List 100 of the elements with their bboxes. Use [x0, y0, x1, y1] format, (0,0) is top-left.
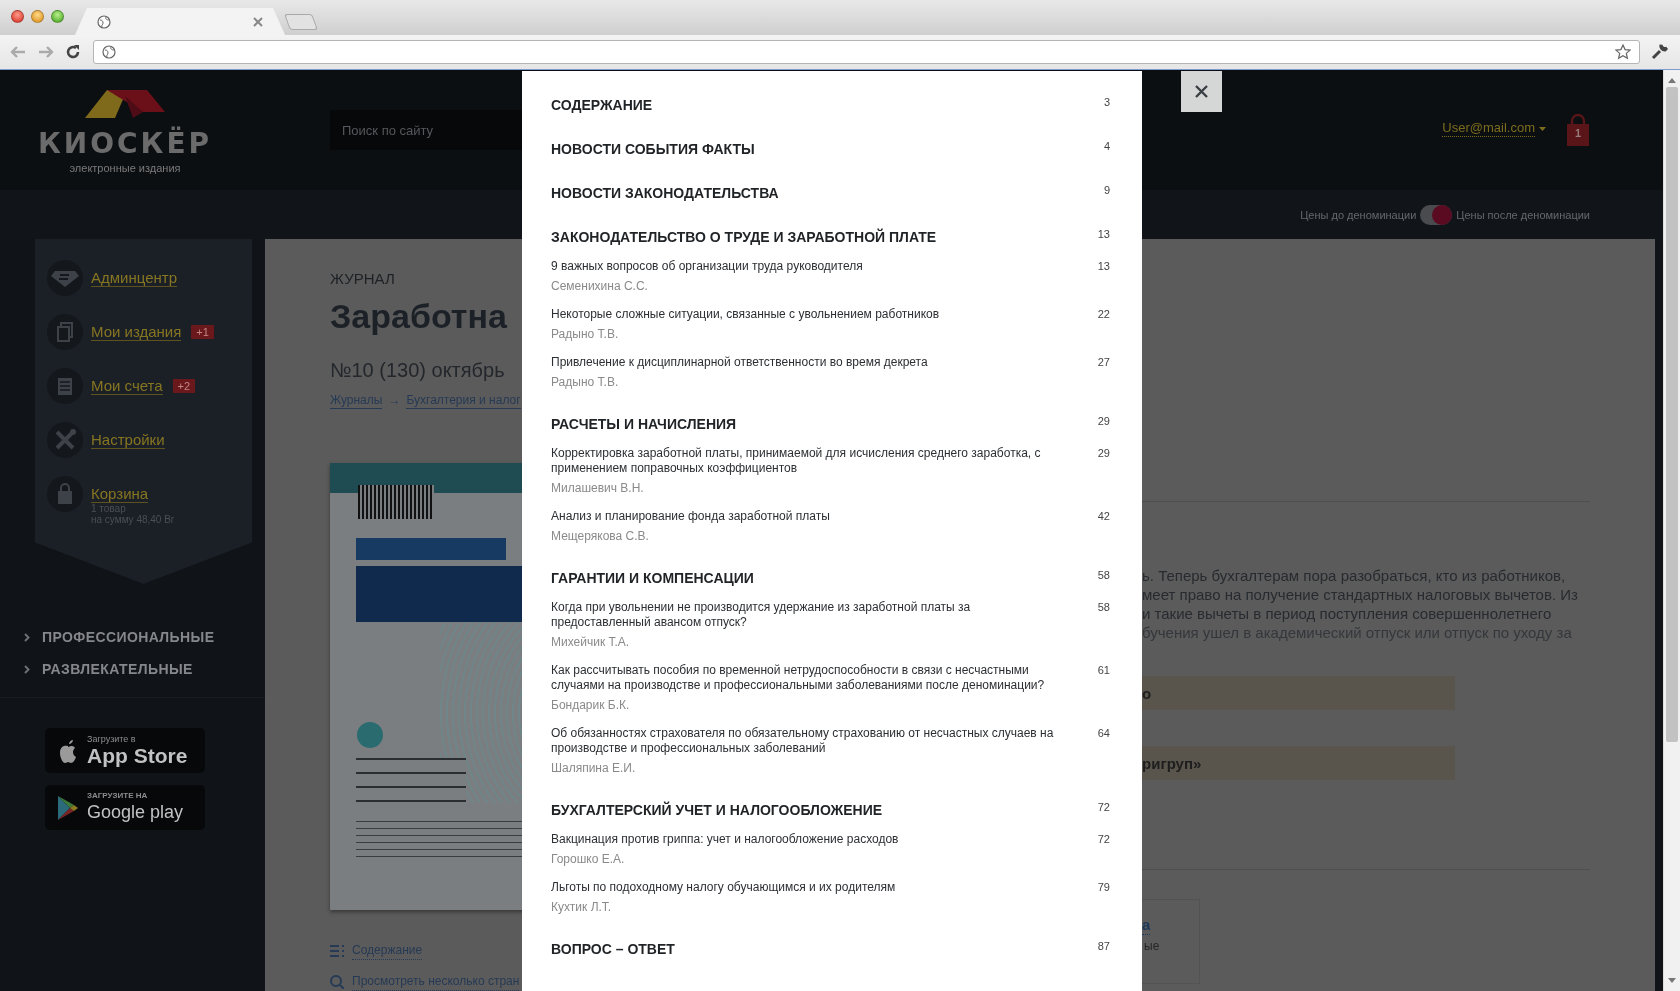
section-heading[interactable]: НОВОСТИ ЗАКОНОДАТЕЛЬСТВА [551, 183, 1080, 203]
cart-button[interactable]: 1 [1566, 114, 1590, 146]
article-author: Радыно Т.В. [551, 375, 620, 390]
bag-icon [1566, 114, 1590, 146]
new-tab-button[interactable] [284, 14, 318, 30]
section-heading[interactable]: БУХГАЛТЕРСКИЙ УЧЕТ И НАЛОГООБЛОЖЕНИЕ [551, 800, 1080, 820]
highlighted-heading: ригруп» [1142, 746, 1455, 780]
page-number: 72 [1096, 832, 1110, 847]
sidebar-link[interactable]: Настройки [91, 431, 165, 449]
publication-type: ЖУРНАЛ [330, 270, 396, 288]
article-author: Милашевич В.Н. [551, 481, 645, 496]
close-icon[interactable] [253, 16, 263, 27]
article-title[interactable]: Привлечение к дисциплинарной ответственности во время декрета [551, 355, 1056, 370]
search-field[interactable]: Поиск по сайту [330, 110, 522, 150]
article-title[interactable]: Вакцинация против гриппа: учет и налогообложение расходов [551, 832, 1056, 847]
star-icon[interactable] [1615, 44, 1631, 60]
article-title[interactable]: Об обязанностях страхователя по обязательному страхованию от несчастных случаев на производстве и профессиональных заболеваний [551, 726, 1056, 756]
google-play-badge[interactable]: ЗАГРУЗИТЕ НА Google play [45, 785, 205, 830]
page-number: 13 [1096, 227, 1110, 242]
page-number: 27 [1096, 355, 1110, 370]
search-icon [330, 974, 344, 989]
section-heading[interactable]: ЗАКОНОДАТЕЛЬСТВО О ТРУДЕ И ЗАРАБОТНОЙ ПЛАТЕ [551, 227, 1080, 247]
sidebar-link[interactable]: Корзина [91, 485, 149, 503]
page-number: 29 [1096, 414, 1110, 429]
caret-icon [1539, 126, 1546, 131]
article-author: Радыно Т.В. [551, 327, 620, 342]
article-title[interactable]: Корректировка заработной платы, принимаемой для исчисления среднего заработка, с применением поправочных коэффициентов [551, 446, 1056, 476]
page-number: 22 [1096, 307, 1110, 322]
highlighted-heading: о [1142, 676, 1455, 710]
close-icon [1195, 85, 1208, 98]
article-author: Кухтик Л.Т. [551, 900, 613, 915]
page-number: 87 [1096, 939, 1110, 954]
globe-icon [102, 45, 116, 59]
section-heading[interactable]: НОВОСТИ СОБЫТИЯ ФАКТЫ [551, 139, 1080, 159]
article-author: Семенихина С.С. [551, 279, 649, 294]
section-heading[interactable]: ГАРАНТИИ И КОМПЕНСАЦИИ [551, 568, 1080, 588]
globe-icon [97, 14, 111, 29]
article-author: Бондарик Б.К. [551, 698, 631, 713]
back-arrow-icon[interactable] [9, 45, 27, 59]
wrench-icon[interactable] [1650, 43, 1668, 61]
article-author: Михейчик Т.А. [551, 635, 631, 650]
category-link[interactable]: ПРОФЕССИОНАЛЬНЫЕ [42, 629, 215, 645]
article-title[interactable]: 9 важных вопросов об организации труда руководителя [551, 259, 1056, 274]
user-menu-link[interactable]: User@mail.com [1442, 120, 1546, 137]
sidebar-link[interactable]: Мои счета [91, 377, 163, 395]
page-number: 9 [1102, 183, 1110, 198]
shield-icon [47, 260, 83, 296]
page-number: 72 [1096, 800, 1110, 815]
page-number: 79 [1096, 880, 1110, 895]
issue-number: №10 (130) октябрь [330, 358, 506, 383]
scroll-down-arrow-icon[interactable] [1667, 977, 1677, 985]
price-toggle[interactable] [1420, 204, 1453, 225]
page-number: 42 [1096, 509, 1110, 524]
page-number: 3 [1102, 95, 1110, 110]
receipt-icon [47, 368, 83, 404]
section-heading[interactable]: РАСЧЕТЫ И НАЧИСЛЕНИЯ [551, 414, 1080, 434]
scroll-up-arrow-icon[interactable] [1667, 76, 1677, 84]
section-heading[interactable]: СОДЕРЖАНИЕ [551, 95, 1080, 115]
zoom-window-button[interactable] [51, 10, 64, 23]
article-title[interactable]: Как рассчитывать пособия по временной нетрудоспособности в связи с несчастными случаями на производстве и профессиональными заболеваниями после деноминации? [551, 663, 1056, 693]
publication-title: Заработна [330, 296, 508, 336]
chevron-icon [24, 664, 30, 674]
article-title[interactable]: Когда при увольнении не производится удержание из заработной платы за предоставленный авансом отпуск? [551, 600, 1056, 630]
logo-tagline: электронные издания [69, 162, 181, 174]
article-author: Мещерякова С.В. [551, 529, 650, 544]
bag-icon [47, 476, 83, 512]
article-title[interactable]: Некоторые сложные ситуации, связанные с увольнением работников [551, 307, 1056, 322]
article-title[interactable]: Анализ и планирование фонда заработной платы [551, 509, 1056, 524]
reload-icon[interactable] [65, 44, 81, 60]
page-number: 4 [1102, 139, 1110, 154]
forward-arrow-icon[interactable] [37, 45, 55, 59]
sidebar-link[interactable]: Мои издания [91, 323, 182, 341]
article-author: Горошко Е.А. [551, 852, 626, 867]
page-number: 29 [1096, 446, 1110, 461]
documents-icon [47, 314, 83, 350]
play-icon [57, 794, 79, 821]
page-number: 64 [1096, 726, 1110, 741]
tools-icon [47, 422, 83, 458]
page-number: 58 [1096, 568, 1110, 583]
toggle-label: Цены после деноминации [1456, 208, 1590, 221]
logo-wordmark: КИОСКЁР [37, 128, 213, 160]
toggle-label: Цены до деноминации [1300, 208, 1417, 221]
page-number: 13 [1096, 259, 1110, 274]
list-icon [330, 944, 344, 957]
article-title[interactable]: Льготы по подоходному налогу обучающимся и их родителям [551, 880, 1056, 895]
close-button[interactable] [1181, 71, 1222, 112]
chevron-icon [24, 632, 30, 642]
breadcrumb-separator: → [388, 392, 401, 409]
page-number: 61 [1096, 663, 1110, 678]
close-window-button[interactable] [11, 10, 24, 23]
scrollbar-thumb[interactable] [1666, 87, 1678, 742]
minimize-window-button[interactable] [31, 10, 44, 23]
sidebar-link[interactable]: Админцентр [91, 269, 177, 287]
app-store-badge[interactable]: Загрузите в App Store [45, 728, 205, 773]
count-badge: +1 [191, 325, 214, 339]
article-author: Шаляпина Е.И. [551, 761, 637, 776]
category-link[interactable]: РАЗВЛЕКАТЕЛЬНЫЕ [42, 661, 193, 677]
section-heading[interactable]: ВОПРОС – ОТВЕТ [551, 939, 1080, 959]
count-badge: +2 [172, 379, 196, 393]
page-number: 58 [1096, 600, 1110, 615]
